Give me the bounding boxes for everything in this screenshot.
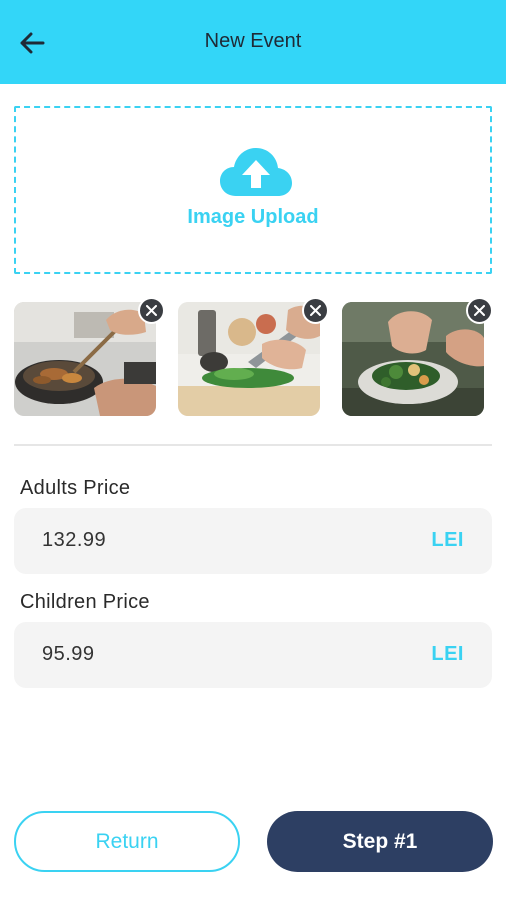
cutting-vegetables-photo	[178, 302, 320, 416]
plated-food-photo	[342, 302, 484, 416]
adults-currency-label: LEI	[431, 529, 464, 551]
cloud-upload-icon	[220, 148, 292, 196]
children-price-label: Children Price	[20, 591, 150, 613]
remove-image-3-button[interactable]	[466, 297, 493, 324]
image-upload-dropzone[interactable]: Image Upload	[14, 106, 492, 274]
section-divider	[14, 444, 492, 446]
children-price-value: 95.99	[42, 643, 95, 665]
remove-image-2-button[interactable]	[302, 297, 329, 324]
close-icon	[474, 305, 485, 316]
close-icon	[146, 305, 157, 316]
return-button[interactable]: Return	[14, 811, 240, 872]
cooking-pan-photo	[14, 302, 156, 416]
adults-price-label: Adults Price	[20, 477, 131, 499]
adults-price-input[interactable]: 132.99 LEI	[14, 508, 492, 574]
children-currency-label: LEI	[431, 643, 464, 665]
adults-price-value: 132.99	[42, 529, 107, 551]
children-price-input[interactable]: 95.99 LEI	[14, 622, 492, 688]
app-header: New Event	[0, 0, 506, 84]
image-upload-label: Image Upload	[187, 206, 319, 228]
page-title: New Event	[204, 30, 302, 52]
remove-image-1-button[interactable]	[138, 297, 165, 324]
close-icon	[310, 305, 321, 316]
step-1-button[interactable]: Step #1	[267, 811, 493, 872]
